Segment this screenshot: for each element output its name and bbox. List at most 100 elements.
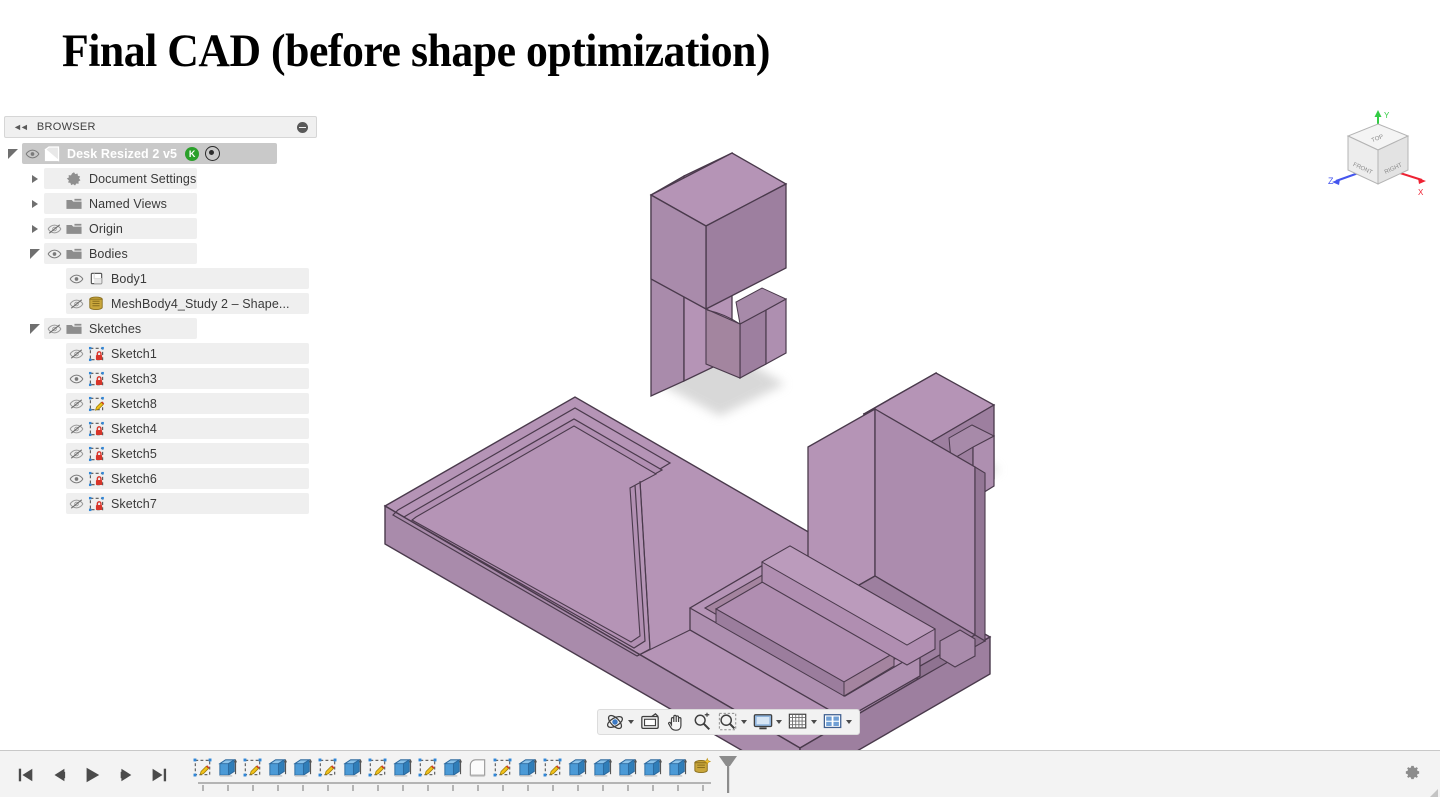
- view-cube[interactable]: Y X Z TOP FRONT RIGHT: [1310, 104, 1430, 216]
- eye-hidden-icon[interactable]: [66, 295, 86, 313]
- navigation-toolbar[interactable]: [597, 709, 860, 735]
- viewports-button[interactable]: [822, 711, 853, 733]
- chevron-down-icon[interactable]: [811, 720, 817, 724]
- tree-node-sketch7[interactable]: Sketch7: [4, 491, 317, 516]
- collapse-triangle-icon[interactable]: [26, 320, 44, 338]
- double-left-arrow-icon[interactable]: ◄◄: [13, 122, 29, 132]
- timeline-feature-extrude[interactable]: [565, 754, 590, 791]
- chevron-down-icon[interactable]: [628, 720, 634, 724]
- eye-visible-icon[interactable]: [44, 245, 64, 263]
- timeline-feature-extrude[interactable]: [215, 754, 240, 791]
- collapse-triangle-icon[interactable]: [26, 245, 44, 263]
- timeline-feature-extrude[interactable]: [265, 754, 290, 791]
- timeline-feature-fillet[interactable]: [465, 754, 490, 791]
- timeline-bar[interactable]: [0, 750, 1440, 797]
- resize-grip-icon[interactable]: [1428, 787, 1438, 797]
- tree-node-sketch3[interactable]: Sketch3: [4, 366, 317, 391]
- grid-snaps-button[interactable]: [787, 711, 818, 733]
- expand-triangle-icon[interactable]: [26, 220, 44, 238]
- eye-visible-icon[interactable]: [66, 470, 86, 488]
- timeline-feature-strip[interactable]: [190, 751, 739, 797]
- timeline-feature-sketch[interactable]: [415, 754, 440, 791]
- timeline-feature-sketch[interactable]: [365, 754, 390, 791]
- tree-node-sketches[interactable]: Sketches: [4, 316, 317, 341]
- timeline-feature-sketch[interactable]: [540, 754, 565, 791]
- timeline-feature-sketch[interactable]: [490, 754, 515, 791]
- timeline-feature-sketch[interactable]: [240, 754, 265, 791]
- timeline-tick: [277, 785, 279, 791]
- timeline-playback-controls[interactable]: [16, 751, 168, 797]
- timeline-feature-extrude[interactable]: [515, 754, 540, 791]
- eye-hidden-icon[interactable]: [66, 445, 86, 463]
- timeline-feature-extrude[interactable]: [590, 754, 615, 791]
- zoom-window-button[interactable]: [717, 711, 748, 733]
- tree-node-origin[interactable]: Origin: [4, 216, 317, 241]
- timeline-feature-extrude[interactable]: [615, 754, 640, 791]
- cad-viewport[interactable]: ◄◄ BROWSER Desk Resized 2 v5 K Document S…: [0, 96, 1440, 750]
- pan-hand-button[interactable]: [665, 711, 687, 733]
- play-button[interactable]: [82, 763, 102, 787]
- timeline-settings-button[interactable]: [1403, 763, 1422, 787]
- zoom-icon: [694, 712, 710, 730]
- tree-node-sketch1[interactable]: Sketch1: [4, 341, 317, 366]
- body-icon: [90, 272, 102, 285]
- tree-node-sketch8[interactable]: Sketch8: [4, 391, 317, 416]
- timeline-feature-extrude[interactable]: [290, 754, 315, 791]
- timeline-feature-extrude[interactable]: [665, 754, 690, 791]
- step-forward-button[interactable]: [115, 763, 135, 787]
- sketch-icon: [193, 758, 212, 776]
- tree-node-sketch6[interactable]: Sketch6: [4, 466, 317, 491]
- tree-node-body1[interactable]: Body1: [4, 266, 317, 291]
- component-icon: [44, 145, 60, 162]
- eye-hidden-icon[interactable]: [66, 345, 86, 363]
- browser-panel[interactable]: ◄◄ BROWSER Desk Resized 2 v5 K Document S…: [4, 116, 317, 516]
- eye-visible-icon[interactable]: [22, 145, 42, 163]
- skip-to-end-button[interactable]: [148, 763, 168, 787]
- tree-node-sketch5[interactable]: Sketch5: [4, 441, 317, 466]
- timeline-feature-extrude[interactable]: [640, 754, 665, 791]
- eye-hidden-icon[interactable]: [66, 420, 86, 438]
- timeline-feature-sketch[interactable]: [190, 754, 215, 791]
- sketch-locked-icon: [88, 471, 104, 486]
- chevron-down-icon[interactable]: [776, 720, 782, 724]
- orbit-button[interactable]: [604, 711, 635, 733]
- skip-to-beginning-button[interactable]: [16, 763, 36, 787]
- chevron-down-icon[interactable]: [741, 720, 747, 724]
- chevron-down-icon[interactable]: [846, 720, 852, 724]
- expand-triangle-icon[interactable]: [26, 195, 44, 213]
- timeline-tick: [252, 785, 254, 791]
- zoom-button[interactable]: [691, 711, 713, 733]
- timeline-track: [198, 782, 711, 784]
- minimize-icon[interactable]: [297, 121, 308, 133]
- tree-node-named-views[interactable]: Named Views: [4, 191, 317, 216]
- look-at-button[interactable]: [639, 711, 661, 733]
- browser-header[interactable]: ◄◄ BROWSER: [4, 116, 317, 138]
- folder-icon: [64, 245, 84, 263]
- chevron-down-icon: [30, 323, 40, 334]
- display-settings-button[interactable]: [752, 711, 783, 733]
- eye-hidden-icon[interactable]: [66, 395, 86, 413]
- eye-visible-icon[interactable]: [66, 270, 86, 288]
- tree-node-sketch4[interactable]: Sketch4: [4, 416, 317, 441]
- browser-tree[interactable]: Desk Resized 2 v5 K Document Settings Nam…: [4, 141, 317, 516]
- tree-node-bodies[interactable]: Bodies: [4, 241, 317, 266]
- eye-hidden-icon[interactable]: [66, 495, 86, 513]
- eye-hidden-icon[interactable]: [44, 320, 64, 338]
- eye-visible-icon[interactable]: [66, 370, 86, 388]
- expander-spacer: [48, 270, 66, 288]
- timeline-feature-sketch[interactable]: [315, 754, 340, 791]
- step-back-button[interactable]: [49, 763, 69, 787]
- tree-node-meshbody4-study-2-shape[interactable]: MeshBody4_Study 2 – Shape...: [4, 291, 317, 316]
- timeline-end-marker[interactable]: [717, 754, 739, 794]
- document-status-badge[interactable]: K: [185, 146, 200, 161]
- collapse-triangle-icon[interactable]: [4, 145, 22, 163]
- tree-node-document-settings[interactable]: Document Settings: [4, 166, 317, 191]
- expand-triangle-icon[interactable]: [26, 170, 44, 188]
- eye-hidden-icon[interactable]: [44, 220, 64, 238]
- expander-spacer: [48, 295, 66, 313]
- timeline-feature-extrude[interactable]: [390, 754, 415, 791]
- tree-node-desk-resized-2-v5[interactable]: Desk Resized 2 v5 K: [4, 141, 317, 166]
- timeline-feature-extrude[interactable]: [340, 754, 365, 791]
- timeline-feature-extrude[interactable]: [440, 754, 465, 791]
- timeline-feature-shape-optimization[interactable]: [690, 754, 715, 791]
